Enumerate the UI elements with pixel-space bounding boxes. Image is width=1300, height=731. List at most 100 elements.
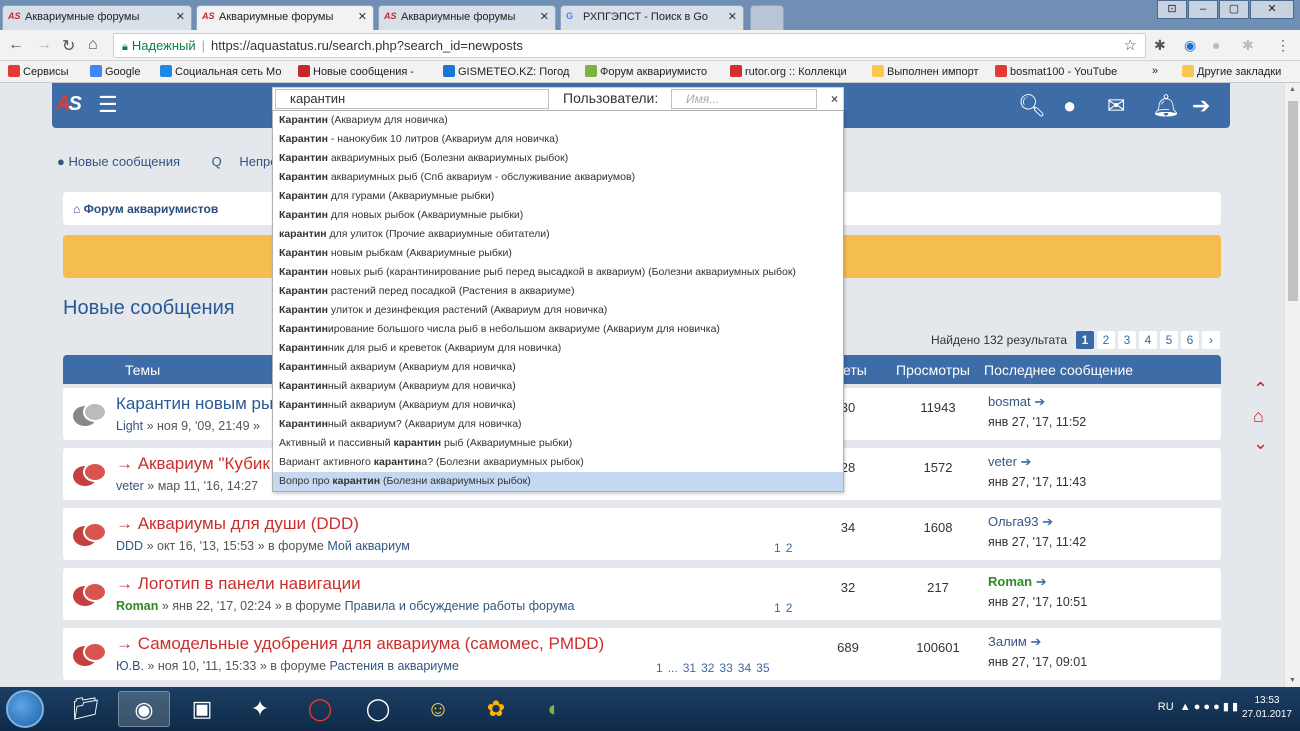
suggestion-item[interactable]: Карантинный аквариум (Аквариум для нович…	[273, 396, 843, 415]
go-to-post-icon[interactable]: ➔	[1042, 514, 1053, 529]
close-icon[interactable]: ×	[831, 92, 838, 106]
file-explorer-icon[interactable]: 📁︎	[60, 691, 112, 727]
last-post-author-link[interactable]: veter ➔	[988, 454, 1031, 470]
app-icon[interactable]: ▣	[176, 691, 228, 727]
page-link[interactable]: 1	[1076, 331, 1094, 349]
bookmark-item[interactable]: Новые сообщения -	[298, 65, 414, 78]
topic-title-link[interactable]: Карантин новым ры	[116, 394, 273, 414]
scrollbar-thumb[interactable]	[1288, 101, 1298, 301]
topic-page-link[interactable]: ...	[668, 661, 678, 675]
app-icon[interactable]: ✦	[234, 691, 286, 727]
topic-author-link[interactable]: veter	[116, 479, 144, 493]
opera-neon-icon[interactable]: ◯	[352, 691, 404, 727]
close-icon[interactable]: ✕	[540, 10, 549, 23]
page-scrollbar[interactable]: ▲ ▼	[1284, 83, 1300, 687]
utorrent-icon[interactable]: ◐	[528, 691, 580, 727]
topic-forum-link[interactable]: Растения в аквариуме	[330, 659, 459, 673]
suggestion-item[interactable]: Карантинник для рыб и креветок (Аквариум…	[273, 339, 843, 358]
browser-tab-3[interactable]: AS Аквариумные форумы ✕	[378, 5, 556, 30]
extension-icon[interactable]: ●	[1212, 37, 1220, 53]
next-page-icon[interactable]: ›	[1202, 331, 1220, 349]
bookmark-item[interactable]: Другие закладки	[1182, 65, 1281, 78]
scroll-up-icon[interactable]: ⌃	[1253, 379, 1268, 400]
bookmark-item[interactable]: Выполнен импорт	[872, 65, 979, 78]
logout-icon[interactable]: ➔	[1192, 93, 1210, 119]
topic-page-link[interactable]: 34	[738, 661, 751, 675]
topic-forum-link[interactable]: Правила и обсуждение работы форума	[345, 599, 575, 613]
bookmark-item[interactable]: Форум аквариумисто	[585, 65, 707, 78]
suggestion-item[interactable]: Карантин улиток и дезинфекция растений (…	[273, 301, 843, 320]
scroll-down-arrow-icon[interactable]: ▼	[1289, 677, 1296, 684]
suggestion-item[interactable]: Вопро про карантин (Болезни аквариумных …	[273, 472, 843, 491]
last-post-author-link[interactable]: Ольга93 ➔	[988, 514, 1053, 530]
bookmark-item[interactable]: Социальная сеть Мо	[160, 65, 281, 78]
extension-icon[interactable]: ✱	[1242, 37, 1254, 54]
topic-page-link[interactable]: 35	[756, 661, 769, 675]
language-indicator[interactable]: RU	[1158, 701, 1174, 713]
topic-author-link[interactable]: Roman	[116, 599, 158, 613]
bookmark-item[interactable]: Google	[90, 65, 140, 78]
new-posts-link[interactable]: ● Новые сообщения	[57, 154, 194, 169]
suggestion-item[interactable]: Активный и пассивный карантин рыб (Аквар…	[273, 434, 843, 453]
scroll-down-icon[interactable]: ⌄	[1253, 433, 1268, 454]
minimize-button[interactable]: –	[1188, 0, 1218, 19]
search-icon[interactable]: 🔍︎	[1018, 93, 1046, 119]
maximize-button[interactable]: ▢	[1219, 0, 1249, 19]
site-logo[interactable]: AS	[56, 93, 82, 116]
browser-tab-2[interactable]: AS Аквариумные форумы ✕	[196, 5, 374, 30]
topic-forum-link[interactable]: Мой аквариум	[327, 539, 409, 553]
page-link[interactable]: 3	[1118, 331, 1136, 349]
page-link[interactable]: 6	[1181, 331, 1199, 349]
profile-button[interactable]: ⊡	[1157, 0, 1187, 19]
topic-author-link[interactable]: DDD	[116, 539, 143, 553]
new-tab-button[interactable]	[750, 5, 784, 30]
topic-title-link[interactable]: → Самодельные удобрения для аквариума (с…	[116, 634, 604, 654]
suggestion-item[interactable]: Карантин для гурами (Аквариумные рыбки)	[273, 187, 843, 206]
close-icon[interactable]: ✕	[358, 10, 367, 23]
topic-page-link[interactable]: 32	[701, 661, 714, 675]
suggestion-item[interactable]: Карантин для новых рыбок (Аквариумные ры…	[273, 206, 843, 225]
messages-icon[interactable]: ✉	[1107, 93, 1125, 119]
go-to-post-icon[interactable]: ➔	[1021, 454, 1032, 469]
topic-page-link[interactable]: 1	[774, 541, 781, 555]
topic-page-link[interactable]: 1	[774, 601, 781, 615]
bookmark-item[interactable]: bosmat100 - YouTube	[995, 65, 1117, 78]
suggestion-item[interactable]: Карантин новым рыбкам (Аквариумные рыбки…	[273, 244, 843, 263]
hamburger-menu-icon[interactable]: ☰	[98, 94, 118, 116]
topic-title-link[interactable]: → Аквариумы для души (DDD)	[116, 514, 359, 534]
home-icon[interactable]: ⌂	[88, 36, 98, 54]
suggestion-item[interactable]: карантин для улиток (Прочие аквариумные …	[273, 225, 843, 244]
smiley-icon[interactable]: ☺	[412, 691, 464, 727]
start-button[interactable]	[6, 690, 44, 728]
reload-icon[interactable]: ↻	[62, 36, 75, 56]
suggestion-item[interactable]: Карантин растений перед посадкой (Растен…	[273, 282, 843, 301]
window-close-button[interactable]: ✕	[1250, 0, 1294, 19]
suggestion-item[interactable]: Карантин новых рыб (карантинирование рыб…	[273, 263, 843, 282]
back-arrow-icon[interactable]: ←	[8, 36, 24, 54]
suggestion-item[interactable]: Карантин аквариумных рыб (Спб аквариум -…	[273, 168, 843, 187]
go-to-post-icon[interactable]: ➔	[1036, 574, 1047, 589]
page-link[interactable]: 4	[1139, 331, 1157, 349]
topic-page-link[interactable]: 31	[683, 661, 696, 675]
bookmark-item[interactable]: rutor.org :: Коллекци	[730, 65, 847, 78]
suggestion-item[interactable]: Карантин - нанокубик 10 литров (Аквариум…	[273, 130, 843, 149]
suggestion-item[interactable]: Карантинирование большого числа рыб в не…	[273, 320, 843, 339]
topic-title-link[interactable]: → Логотип в панели навигации	[116, 574, 361, 594]
forward-arrow-icon[interactable]: →	[36, 36, 52, 54]
suggestion-item[interactable]: Карантинный аквариум (Аквариум для нович…	[273, 377, 843, 396]
close-icon[interactable]: ✕	[176, 10, 185, 23]
suggestion-item[interactable]: Вариант активного карантина? (Болезни ак…	[273, 453, 843, 472]
chrome-icon[interactable]: ◉	[118, 691, 170, 727]
extension-icon[interactable]: ✱	[1154, 37, 1166, 54]
last-post-author-link[interactable]: Залим ➔	[988, 634, 1041, 650]
opera-icon[interactable]: ◯	[294, 691, 346, 727]
topic-author-link[interactable]: Ю.В.	[116, 659, 144, 673]
suggestion-item[interactable]: Карантин аквариумных рыб (Болезни аквари…	[273, 149, 843, 168]
browser-tab-1[interactable]: AS Аквариумные форумы ✕	[2, 5, 192, 30]
suggestion-item[interactable]: Карантин (Аквариум для новичка)	[273, 111, 843, 130]
paint-icon[interactable]: ✿	[470, 691, 522, 727]
page-link[interactable]: 2	[1097, 331, 1115, 349]
user-icon[interactable]: ●	[1063, 93, 1076, 119]
page-link[interactable]: 5	[1160, 331, 1178, 349]
topic-page-link[interactable]: 33	[719, 661, 732, 675]
